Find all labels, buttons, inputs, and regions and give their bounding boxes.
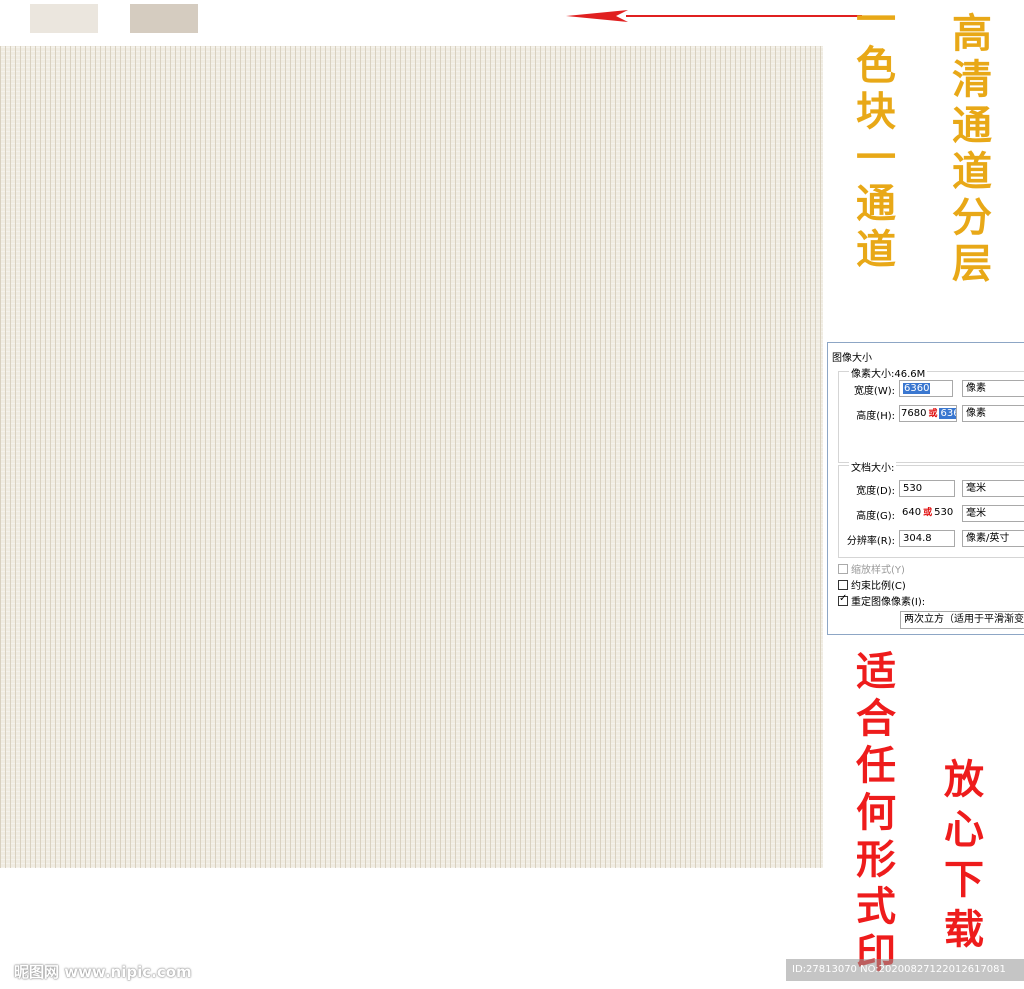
scale-styles-label: 缩放样式(Y) — [851, 565, 905, 576]
color-swatch-2 — [130, 4, 198, 33]
color-swatch-1 — [30, 4, 98, 33]
pixel-width-input[interactable]: 6360 — [899, 380, 953, 397]
dialog-title: 图像大小 — [832, 353, 872, 364]
pixel-width-unit-select[interactable]: 像素 — [962, 380, 1024, 397]
pixel-height-unit-select[interactable]: 像素 — [962, 405, 1024, 422]
doc-height-unit-select[interactable]: 毫米 — [962, 505, 1024, 522]
pixel-dimensions-group: 像素大小:46.6M 宽度(W): 6360 像素 高度(H): 7680 或 63… — [838, 365, 1024, 463]
resample-method-select[interactable]: 两次立方（适用于平滑渐变 — [900, 611, 1024, 629]
resample-box — [838, 593, 848, 606]
doc-height-input[interactable]: 640 或 530 — [899, 505, 957, 522]
pixel-height-input[interactable]: 7680或6360 — [899, 405, 957, 422]
resolution-unit-select[interactable]: 像素/英寸 — [962, 530, 1024, 547]
doc-height-label: 高度(G): — [856, 511, 895, 522]
resample-checkbox[interactable]: 重定图像像素(I): — [838, 593, 925, 608]
doc-width-unit-select[interactable]: 毫米 — [962, 480, 1024, 497]
image-size-dialog: 图像大小 像素大小:46.6M 宽度(W): 6360 像素 高度(H): 76… — [827, 342, 1024, 635]
doc-width-input[interactable]: 530 — [899, 480, 955, 497]
site-watermark: 昵图网 www.nipic.com — [14, 963, 192, 981]
document-size-group: 文档大小: 宽度(D): 530 毫米 高度(G): 640 或 530 毫米 分辨… — [838, 459, 1024, 558]
pixel-width-label: 宽度(W): — [853, 386, 895, 397]
left-arrow-icon — [566, 10, 862, 22]
caption-hd-layers: 高 清 通 道 分 层 — [952, 10, 992, 287]
caption-any-print: 适 合 任 何 形 式 印 — [856, 648, 896, 977]
pixel-height-label: 高度(H): — [856, 411, 895, 422]
id-watermark: ID:27813070 NO:20200827122012617081 — [786, 959, 1024, 981]
resolution-input[interactable]: 304.8 — [899, 530, 955, 547]
resample-label: 重定图像像素(I): — [851, 597, 926, 608]
scale-styles-box — [838, 563, 848, 574]
doc-group-title: 文档大小: — [849, 459, 897, 474]
resolution-label: 分辨率(R): — [846, 536, 895, 547]
caption-single-color: 一 色 块 一 通 道 — [856, 0, 896, 273]
caption-download: 放 心 下 载 — [944, 756, 984, 953]
pixel-group-title: 像素大小:46.6M — [849, 365, 928, 380]
constrain-label: 约束比例(C) — [851, 581, 906, 592]
knit-texture-preview — [0, 46, 823, 868]
doc-width-label: 宽度(D): — [856, 486, 895, 497]
scale-styles-checkbox[interactable]: 缩放样式(Y) — [838, 561, 905, 576]
constrain-box — [838, 579, 848, 590]
constrain-proportions-checkbox[interactable]: 约束比例(C) — [838, 577, 906, 592]
